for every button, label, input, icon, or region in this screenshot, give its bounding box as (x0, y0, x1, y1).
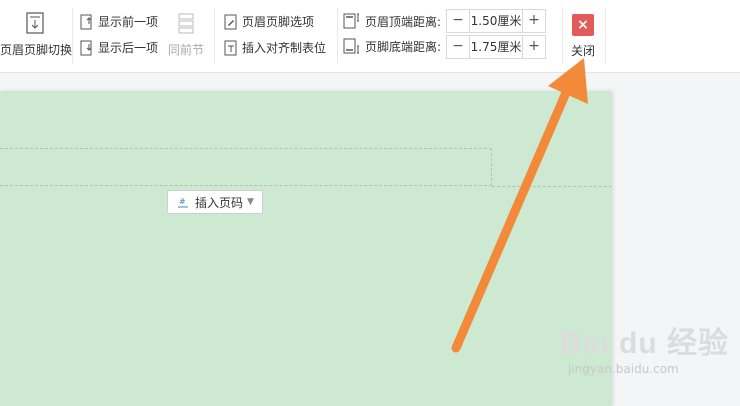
annotation-arrow-icon (451, 58, 588, 353)
